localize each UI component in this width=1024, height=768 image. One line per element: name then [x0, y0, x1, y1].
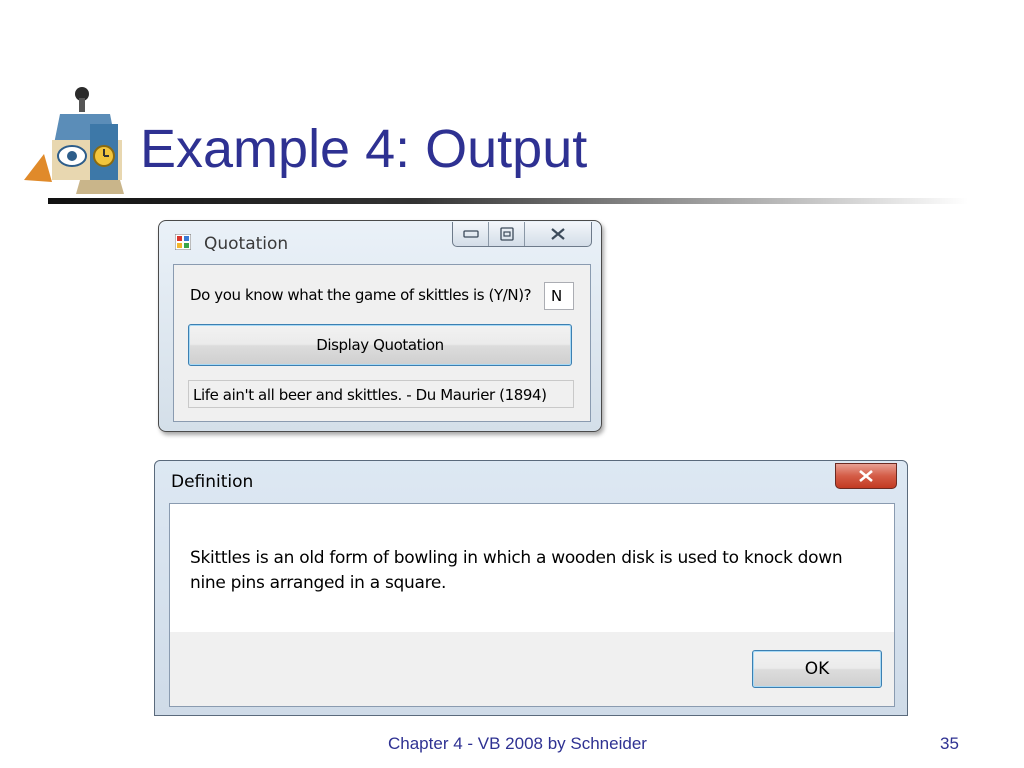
definition-dialog: Definition Skittles is an old form of bo… [154, 460, 908, 716]
dialog-client-area: Skittles is an old form of bowling in wh… [169, 503, 895, 707]
quotation-titlebar[interactable]: Quotation [159, 221, 601, 261]
minimize-icon [462, 230, 479, 238]
dialog-title: Definition [171, 472, 254, 492]
minimize-button[interactable] [453, 222, 489, 246]
close-button[interactable] [525, 222, 591, 246]
close-icon [551, 228, 565, 240]
quotation-client-area: Do you know what the game of skittles is… [173, 264, 591, 422]
caption-buttons [452, 222, 592, 247]
answer-input[interactable]: N [544, 282, 574, 310]
slide-footer: Chapter 4 - VB 2008 by Schneider [388, 734, 647, 753]
question-label: Do you know what the game of skittles is… [190, 286, 532, 304]
maximize-button[interactable] [489, 222, 525, 246]
slide-title: Example 4: Output [140, 119, 588, 179]
window-title: Quotation [204, 234, 289, 254]
maximize-icon [499, 227, 514, 241]
page-number: 35 [940, 734, 959, 753]
ok-button[interactable]: OK [752, 650, 882, 688]
app-icon [175, 234, 191, 250]
clipart-illustration [24, 87, 124, 194]
display-quotation-button[interactable]: Display Quotation [188, 324, 572, 366]
quotation-output: Life ain't all beer and skittles. - Du M… [188, 380, 574, 408]
dialog-message: Skittles is an old form of bowling in wh… [190, 546, 870, 596]
message-area: Skittles is an old form of bowling in wh… [170, 504, 894, 632]
message-line-1: Skittles is an old form of bowling in wh… [190, 548, 843, 568]
dialog-close-button[interactable] [835, 463, 897, 489]
close-icon [859, 470, 873, 482]
title-divider [48, 198, 968, 204]
quotation-window: Quotation Do you know what the game of s… [158, 220, 602, 432]
message-line-2: nine pins arranged in a square. [190, 573, 447, 593]
